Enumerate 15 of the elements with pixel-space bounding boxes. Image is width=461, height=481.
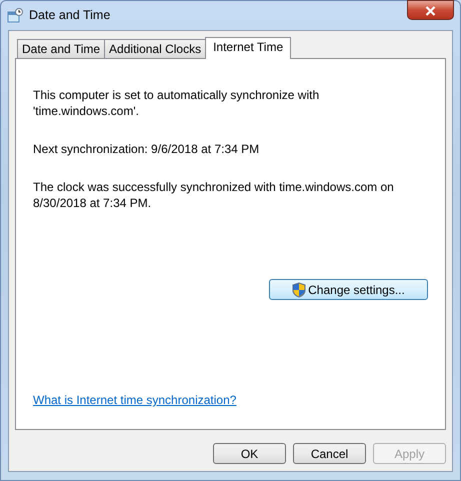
dialog-button[interactable]: OK: [213, 443, 286, 464]
info-text: Next synchronization: 9/6/2018 at 7:34 PM: [33, 141, 260, 157]
tab[interactable]: Internet Time: [205, 37, 292, 59]
calendar-clock-icon: [7, 8, 23, 24]
tab[interactable]: Additional Clocks: [104, 39, 206, 58]
close-button[interactable]: [407, 0, 454, 20]
dialog-button[interactable]: Cancel: [293, 443, 366, 464]
tab[interactable]: Date and Time: [17, 39, 106, 58]
info-text: This computer is set to automatically synchronize with 'time.windows.com'.: [33, 87, 320, 119]
close-icon: [425, 6, 436, 16]
window-title: Date and Time: [29, 7, 110, 24]
info-text: The clock was successfully synchronized with time.windows.com on 8/30/2018 at 7:34 PM.: [33, 179, 395, 211]
shield-icon: [292, 282, 306, 298]
change-settings-button[interactable]: Change settings...: [269, 279, 428, 300]
help-link[interactable]: What is Internet time synchronization?: [33, 391, 236, 409]
